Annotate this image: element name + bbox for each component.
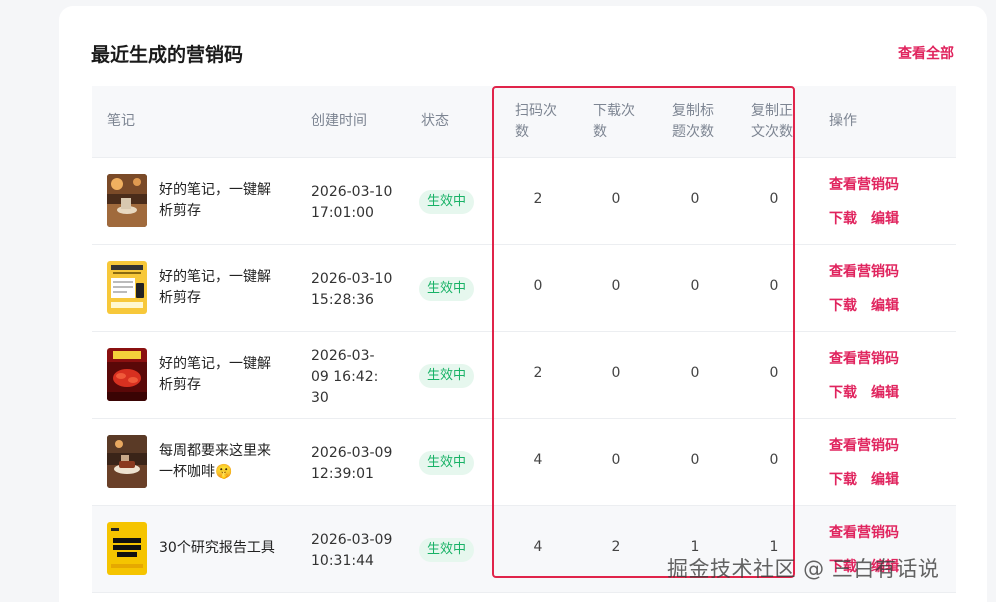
table-row: 好的笔记，一键解析剪存 2026-03-10 17:01:00 生效中 2 0 … <box>92 158 956 245</box>
created-time: 2026-03-10 15:28:36 <box>311 271 393 308</box>
scan-count: 2 <box>533 365 543 381</box>
view-code-link[interactable]: 查看营销码 <box>829 522 899 542</box>
view-code-link[interactable]: 查看营销码 <box>829 261 899 281</box>
note-title: 每周都要来这里来一杯咖啡🤫 <box>159 443 271 480</box>
column-header-scan: 扫码次数 <box>515 103 557 140</box>
table-header: 笔记 创建时间 状态 扫码次数 下载次数 复制标题次数 复制正文次数 操作 <box>92 86 956 158</box>
created-time: 2026-03-09 10:31:44 <box>311 532 393 569</box>
status-badge: 生效中 <box>419 190 475 214</box>
copy-body-count: 0 <box>769 365 779 381</box>
marketing-code-table: 笔记 创建时间 状态 扫码次数 下载次数 复制标题次数 复制正文次数 操作 好的… <box>92 86 956 593</box>
scan-count: 0 <box>533 278 543 294</box>
column-header-download: 下载次数 <box>593 103 635 140</box>
column-header-note: 笔记 <box>107 113 135 129</box>
status-badge: 生效中 <box>419 538 475 562</box>
download-count: 0 <box>611 278 621 294</box>
scan-count: 4 <box>533 452 543 468</box>
created-time: 2026-03-09 12:39:01 <box>311 445 393 482</box>
scan-count: 2 <box>533 191 543 207</box>
download-link[interactable]: 下载 <box>829 382 857 402</box>
copy-title-count: 0 <box>690 191 700 207</box>
copy-body-count: 0 <box>769 191 779 207</box>
edit-link[interactable]: 编辑 <box>871 469 899 489</box>
view-code-link[interactable]: 查看营销码 <box>829 435 899 455</box>
copy-body-count: 0 <box>769 278 779 294</box>
watermark-text: 掘金技术社区 @ 三白有话说 <box>667 557 940 581</box>
created-time: 2026-03-09 16:42:30 <box>311 348 379 406</box>
column-header-status: 状态 <box>421 113 449 129</box>
status-badge: 生效中 <box>419 277 475 301</box>
copy-title-count: 0 <box>690 452 700 468</box>
column-header-copy-body: 复制正文次数 <box>751 103 793 140</box>
column-header-created: 创建时间 <box>311 113 367 129</box>
edit-link[interactable]: 编辑 <box>871 382 899 402</box>
table-row: 每周都要来这里来一杯咖啡🤫 2026-03-09 12:39:01 生效中 4 … <box>92 419 956 506</box>
note-title: 好的笔记，一键解析剪存 <box>159 356 271 393</box>
view-all-link[interactable]: 查看全部 <box>898 43 954 63</box>
view-code-link[interactable]: 查看营销码 <box>829 174 899 194</box>
download-link[interactable]: 下载 <box>829 469 857 489</box>
copy-body-count: 0 <box>769 452 779 468</box>
view-code-link[interactable]: 查看营销码 <box>829 348 899 368</box>
note-thumbnail-yellow-tool-cover[interactable] <box>107 261 147 314</box>
table-row: 好的笔记，一键解析剪存 2026-03-10 15:28:36 生效中 0 0 … <box>92 245 956 332</box>
download-link[interactable]: 下载 <box>829 295 857 315</box>
panel-title: 最近生成的营销码 <box>91 44 244 66</box>
note-thumbnail-yellow-report-cover[interactable] <box>107 522 147 575</box>
note-title: 30个研究报告工具 <box>159 540 275 556</box>
column-header-copy-title: 复制标题次数 <box>672 103 714 140</box>
copy-title-count: 0 <box>690 278 700 294</box>
note-title: 好的笔记，一键解析剪存 <box>159 182 271 219</box>
note-thumbnail-coffee-dessert-photo[interactable] <box>107 435 147 488</box>
download-link[interactable]: 下载 <box>829 208 857 228</box>
download-count: 2 <box>611 539 621 555</box>
note-thumbnail-red-crayfish-poster[interactable] <box>107 348 147 401</box>
edit-link[interactable]: 编辑 <box>871 208 899 228</box>
table-row: 好的笔记，一键解析剪存 2026-03-09 16:42:30 生效中 2 0 … <box>92 332 956 419</box>
download-count: 0 <box>611 365 621 381</box>
note-title: 好的笔记，一键解析剪存 <box>159 269 271 306</box>
created-time: 2026-03-10 17:01:00 <box>311 184 393 221</box>
edit-link[interactable]: 编辑 <box>871 295 899 315</box>
column-header-action: 操作 <box>829 113 857 129</box>
status-badge: 生效中 <box>419 451 475 475</box>
download-count: 0 <box>611 452 621 468</box>
note-thumbnail-cafe-table-photo[interactable] <box>107 174 147 227</box>
download-count: 0 <box>611 191 621 207</box>
status-badge: 生效中 <box>419 364 475 388</box>
copy-title-count: 0 <box>690 365 700 381</box>
scan-count: 4 <box>533 539 543 555</box>
